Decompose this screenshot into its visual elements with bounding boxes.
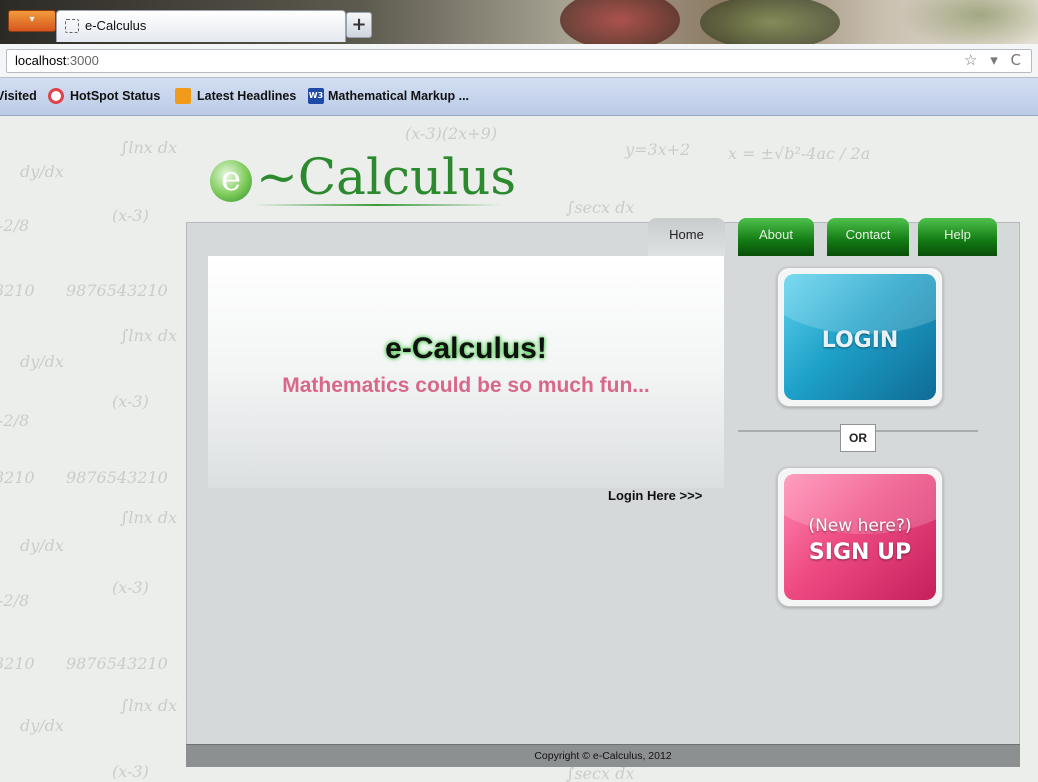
browser-titlebar: ▾ e-Calculus +: [0, 0, 1038, 44]
signup-button-face: (New here?) SIGN UP: [784, 474, 936, 600]
hero-title: e-Calculus!: [385, 332, 547, 365]
math-watermark: ∫lnx dx: [120, 138, 178, 157]
hero-subtitle: Mathematics could be so much fun...: [282, 374, 650, 397]
new-tab-button[interactable]: +: [346, 12, 372, 38]
page-footer: Copyright © e-Calculus, 2012: [186, 744, 1020, 767]
logo-underline: [252, 204, 502, 206]
math-watermark: ∫secx dx: [566, 198, 635, 217]
signup-button-subtitle: (New here?): [808, 516, 912, 536]
math-watermark: (x-3): [112, 578, 149, 597]
nav-tab-help[interactable]: Help: [918, 218, 997, 256]
math-watermark: (x-3)(2x+9): [405, 124, 498, 143]
button-shine: [784, 274, 936, 334]
math-watermark: 9876543210: [66, 654, 168, 673]
logo-e-icon: e: [210, 160, 252, 202]
math-watermark: 3210: [0, 654, 35, 673]
firefox-menu-button[interactable]: ▾: [8, 10, 56, 32]
bookmark-most-visited[interactable]: Visited: [0, 89, 37, 103]
math-watermark: ∫lnx dx: [120, 326, 178, 345]
math-watermark: dy/dx: [20, 162, 64, 181]
address-bar[interactable]: localhost:3000 ☆ ▾ C: [6, 49, 1032, 73]
math-watermark: 3210: [0, 281, 35, 300]
math-watermark: dy/dx: [20, 352, 64, 371]
math-watermark: (x-3): [112, 762, 149, 781]
background-image-decoration: [700, 0, 840, 44]
tab-title: e-Calculus: [85, 18, 147, 33]
math-watermark: dy/dx: [20, 536, 64, 555]
nav-tab-contact[interactable]: Contact: [827, 218, 909, 256]
login-button[interactable]: LOGIN: [777, 267, 943, 407]
background-image-decoration: [560, 0, 680, 44]
address-bar-url: localhost:3000: [15, 53, 99, 68]
bookmark-latest-headlines[interactable]: Latest Headlines: [197, 89, 296, 103]
bookmark-star-icon[interactable]: ☆ ▾ C: [964, 51, 1025, 69]
math-watermark: (x-3): [112, 206, 149, 225]
signup-button-label: SIGN UP: [808, 540, 912, 565]
browser-navbar: localhost:3000 ☆ ▾ C: [0, 44, 1038, 78]
nav-tab-about[interactable]: About: [738, 218, 814, 256]
math-watermark: -2/8: [0, 591, 30, 610]
nav-tab-home[interactable]: Home: [648, 218, 725, 256]
page-favicon-icon: [65, 19, 79, 33]
logo-text: ~Calculus: [256, 148, 517, 206]
math-watermark: 3210: [0, 468, 35, 487]
login-here-link[interactable]: Login Here >>>: [608, 488, 702, 503]
bookmarks-toolbar: Visited HotSpot Status Latest Headlines …: [0, 78, 1038, 116]
math-watermark: ∫lnx dx: [120, 696, 178, 715]
math-watermark: y=3x+2: [625, 140, 691, 159]
math-watermark: (x-3): [112, 392, 149, 411]
login-button-label: LOGIN: [821, 328, 899, 353]
hero-banner: e-Calculus! Mathematics could be so much…: [208, 256, 724, 488]
background-image-decoration: [900, 0, 1038, 44]
login-button-face: LOGIN: [784, 274, 936, 400]
math-watermark: 9876543210: [66, 468, 168, 487]
w3c-icon: W3: [308, 88, 324, 104]
or-label: OR: [840, 424, 876, 452]
math-watermark: x = ±√b²-4ac / 2a: [728, 144, 871, 163]
rss-feed-icon: [175, 88, 191, 104]
math-watermark: ∫lnx dx: [120, 508, 178, 527]
browser-tab-active[interactable]: e-Calculus: [56, 10, 346, 42]
math-watermark: -2/8: [0, 216, 30, 235]
signup-button[interactable]: (New here?) SIGN UP: [777, 467, 943, 607]
hotspot-icon: [48, 88, 64, 104]
site-logo[interactable]: e ~Calculus: [210, 148, 516, 206]
math-watermark: dy/dx: [20, 716, 64, 735]
bookmark-mathematical-markup[interactable]: Mathematical Markup ...: [328, 89, 469, 103]
math-watermark: 9876543210: [66, 281, 168, 300]
bookmark-hotspot-status[interactable]: HotSpot Status: [70, 89, 160, 103]
math-watermark: -2/8: [0, 411, 30, 430]
